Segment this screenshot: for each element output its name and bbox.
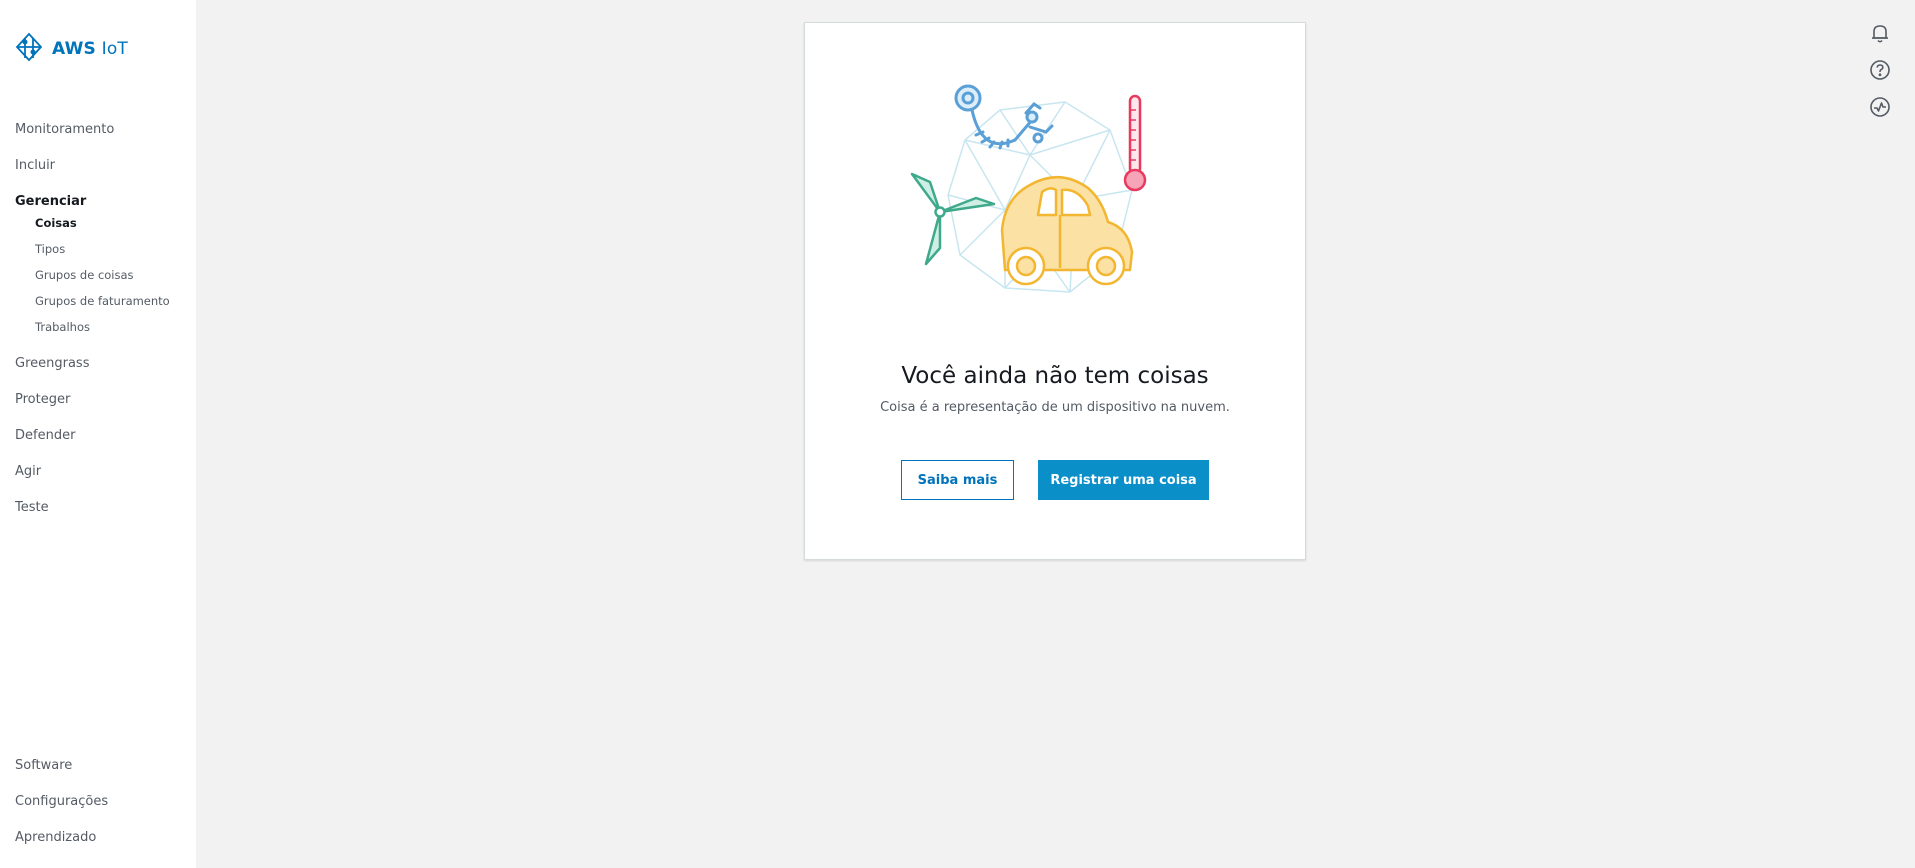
learn-more-button[interactable]: Saiba mais — [901, 460, 1014, 500]
sidebar-item-configuracoes[interactable]: Configurações — [0, 784, 196, 820]
sidebar-nav-footer: Software Configurações Aprendizado — [0, 748, 196, 856]
sidebar-subitem-grupos-de-faturamento[interactable]: Grupos de faturamento — [0, 288, 196, 314]
sidebar-subitem-trabalhos[interactable]: Trabalhos — [0, 314, 196, 340]
empty-state-title: Você ainda não tem coisas — [901, 363, 1209, 389]
aws-iot-icon — [14, 32, 44, 66]
sidebar-item-aprendizado[interactable]: Aprendizado — [0, 820, 196, 856]
sidebar-subitem-tipos[interactable]: Tipos — [0, 236, 196, 262]
sidebar-subitem-grupos-de-coisas[interactable]: Grupos de coisas — [0, 262, 196, 288]
help-icon[interactable] — [1868, 58, 1892, 82]
sidebar-item-monitoramento[interactable]: Monitoramento — [0, 112, 196, 148]
sidebar-item-agir[interactable]: Agir — [0, 454, 196, 490]
brand-name-prefix: AWS — [52, 39, 96, 59]
thermometer-icon — [1123, 94, 1147, 192]
sidebar-item-software[interactable]: Software — [0, 748, 196, 784]
brand-name-suffix: IoT — [101, 39, 129, 59]
bell-icon[interactable] — [1868, 21, 1892, 45]
empty-state-card: Você ainda não tem coisas Coisa é a repr… — [804, 22, 1306, 560]
sidebar-item-gerenciar[interactable]: Gerenciar — [0, 184, 196, 210]
brand-name: AWS IoT — [52, 39, 128, 59]
sidebar-item-proteger[interactable]: Proteger — [0, 382, 196, 418]
empty-state-description: Coisa é a representação de um dispositiv… — [880, 400, 1230, 415]
sidebar-nav-main: Monitoramento Incluir Gerenciar Coisas T… — [0, 112, 196, 526]
sidebar-subnav-gerenciar: Coisas Tipos Grupos de coisas Grupos de … — [0, 210, 196, 346]
sidebar: AWS IoT Monitoramento Incluir Gerenciar … — [0, 0, 196, 868]
sidebar-item-teste[interactable]: Teste — [0, 490, 196, 526]
sidebar-subitem-coisas[interactable]: Coisas — [0, 210, 196, 236]
register-thing-button[interactable]: Registrar uma coisa — [1038, 460, 1209, 500]
sidebar-item-defender[interactable]: Defender — [0, 418, 196, 454]
activity-icon[interactable] — [1868, 95, 1892, 119]
sidebar-item-incluir[interactable]: Incluir — [0, 148, 196, 184]
sidebar-item-greengrass[interactable]: Greengrass — [0, 346, 196, 382]
iot-devices-illustration — [910, 80, 1170, 320]
aws-iot-logo-link[interactable]: AWS IoT — [14, 32, 128, 66]
